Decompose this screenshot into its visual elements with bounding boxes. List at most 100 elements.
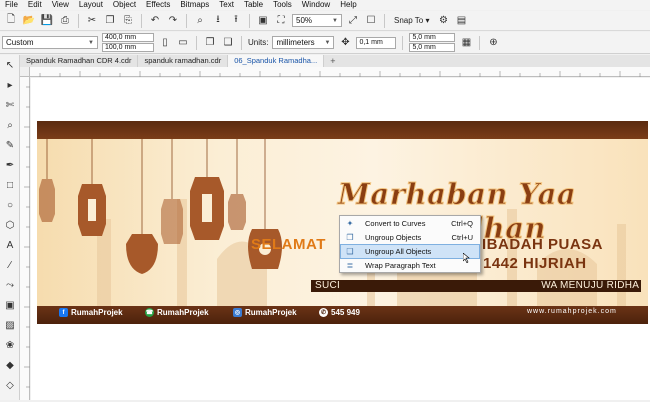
corel-apps-icon[interactable]: ▣ [256,14,270,28]
nudge-field[interactable]: 0,1 mm [356,36,397,49]
open-icon[interactable]: 📂 [22,14,36,28]
polygon-tool-icon[interactable]: ⬡ [2,218,18,232]
import-icon[interactable]: ⭳ [211,14,225,28]
export-icon[interactable]: ⭱ [229,14,243,28]
menu-item-label: Ungroup Objects [365,233,422,242]
ruler-ticks [24,86,30,388]
toolbar-divider [249,13,250,28]
menu-bitmaps[interactable]: Bitmaps [175,0,214,10]
page-preset-select[interactable]: Custom ▼ [2,36,98,49]
website-label: www.rumahprojek.com [527,308,617,315]
ruler-ticks [39,71,641,77]
menu-tools[interactable]: Tools [268,0,297,10]
settings-icon[interactable]: ⚙ [436,14,450,28]
launch-icon[interactable]: ▤ [454,14,468,28]
duplicate-x-field[interactable]: 5,0 mm [409,33,456,42]
property-bar: Custom ▼ 400,0 mm 100,0 mm ▯ ▭ ❐ ❑ Units… [0,32,650,54]
shape-tool-icon[interactable]: ▸ [2,78,18,92]
menu-item-ungroup-all-objects[interactable]: ❑ Ungroup All Objects [340,244,480,259]
connector-tool-icon[interactable]: ⤳ [2,278,18,292]
redo-icon[interactable]: ↷ [166,14,180,28]
social-label: RumahProjek [157,308,209,317]
menu-edit[interactable]: Edit [23,0,47,10]
new-icon[interactable]: 🗋 [4,14,18,28]
menu-item-ungroup-objects[interactable]: ❐ Ungroup Objects Ctrl+U [341,231,479,244]
paste-icon[interactable]: ⎘ [121,14,135,28]
chevron-down-icon: ▼ [332,17,338,24]
parallel-dimension-tool-icon[interactable]: ∕ [2,258,18,272]
menu-table[interactable]: Table [239,0,268,10]
page-options-icon[interactable]: ▦ [459,36,473,50]
toolbar-divider [78,13,79,28]
social-label: RumahProjek [71,308,123,317]
text-tool-icon[interactable]: A [2,238,18,252]
add-tab-icon[interactable]: + [324,55,341,67]
menu-view[interactable]: View [47,0,74,10]
menu-help[interactable]: Help [335,0,361,10]
add-icon[interactable]: ⊕ [486,36,500,50]
search-icon[interactable]: ⌕ [193,14,207,28]
toolbox: ↖ ▸ ✄ ⌕ ✎ ✒ □ ○ ⬡ A ∕ ⤳ ▣ ▨ ❀ ◆ ◇ [0,55,20,400]
vertical-ruler[interactable] [20,77,30,400]
toolbar-divider [196,35,197,50]
artistic-media-tool-icon[interactable]: ✒ [2,158,18,172]
menu-text[interactable]: Text [214,0,239,10]
print-icon[interactable]: ⎙ [58,14,72,28]
page-preset-value: Custom [6,38,34,47]
mouse-cursor-icon [463,253,470,263]
undo-icon[interactable]: ↶ [148,14,162,28]
page-height-field[interactable]: 100,0 mm [102,43,154,52]
zoom-select[interactable]: 50% ▼ [292,14,342,27]
social-facebook: f RumahProjek [59,308,123,317]
current-page-icon[interactable]: ❑ [221,36,235,50]
banner-greeting-right: IBADAH PUASA [482,236,604,253]
menu-item-convert-to-curves[interactable]: ✦ Convert to Curves Ctrl+Q [341,217,479,230]
zoom-tool-icon[interactable]: ⌕ [2,118,18,132]
social-whatsapp: ☎ RumahProjek [145,308,209,317]
page-width-field[interactable]: 400,0 mm [102,33,154,42]
whatsapp-icon: ☎ [145,308,154,317]
transparency-tool-icon[interactable]: ▨ [2,318,18,332]
freehand-tool-icon[interactable]: ✎ [2,138,18,152]
tab-document-3[interactable]: 06_Spanduk Ramadha... [228,55,325,67]
menu-file[interactable]: File [0,0,23,10]
menu-item-wrap-paragraph-text[interactable]: ≣ Wrap Paragraph Text [341,259,479,272]
eyedropper-tool-icon[interactable]: ❀ [2,338,18,352]
banner-tagline-left: SUCI [315,280,341,291]
full-screen-icon[interactable]: ⛶ [274,14,288,28]
ellipse-tool-icon[interactable]: ○ [2,198,18,212]
fill-tool-icon[interactable]: ◆ [2,358,18,372]
zoom-value: 50% [296,16,313,25]
outline-tool-icon[interactable]: ◇ [2,378,18,392]
menu-layout[interactable]: Layout [74,0,108,10]
tab-document-1[interactable]: Spanduk Ramadhan CDR 4.cdr [20,55,139,67]
cut-icon[interactable]: ✂ [85,14,99,28]
all-pages-icon[interactable]: ❐ [203,36,217,50]
toolbar-divider [241,35,242,50]
zoom-fit-icon[interactable]: ⤢ [346,14,360,28]
instagram-icon: ◎ [233,308,242,317]
menu-window[interactable]: Window [297,0,335,10]
drop-shadow-tool-icon[interactable]: ▣ [2,298,18,312]
menu-object[interactable]: Object [108,0,141,10]
duplicate-y-field[interactable]: 5,0 mm [409,43,456,52]
rectangle-tool-icon[interactable]: □ [2,178,18,192]
toolbar-divider [141,13,142,28]
social-phone: ✆ 545 949 [319,308,360,317]
crop-tool-icon[interactable]: ✄ [2,98,18,112]
ungroup-all-icon: ❑ [346,247,354,256]
horizontal-ruler[interactable] [30,67,650,77]
tab-document-2[interactable]: spanduk ramadhan.cdr [138,55,229,67]
zoom-page-icon[interactable]: ☐ [364,14,378,28]
save-icon[interactable]: 💾 [40,14,54,28]
page-size-fields: 400,0 mm 100,0 mm [102,33,154,52]
ruler-corner[interactable] [20,67,30,77]
portrait-icon[interactable]: ▯ [158,36,172,50]
landscape-icon[interactable]: ▭ [176,36,190,50]
snap-to-button[interactable]: Snap To ▾ [391,16,432,25]
ungroup-icon: ❐ [346,233,354,242]
copy-icon[interactable]: ❐ [103,14,117,28]
pick-tool-icon[interactable]: ↖ [2,58,18,72]
menu-effects[interactable]: Effects [141,0,175,10]
units-select[interactable]: millimeters ▼ [272,36,335,49]
